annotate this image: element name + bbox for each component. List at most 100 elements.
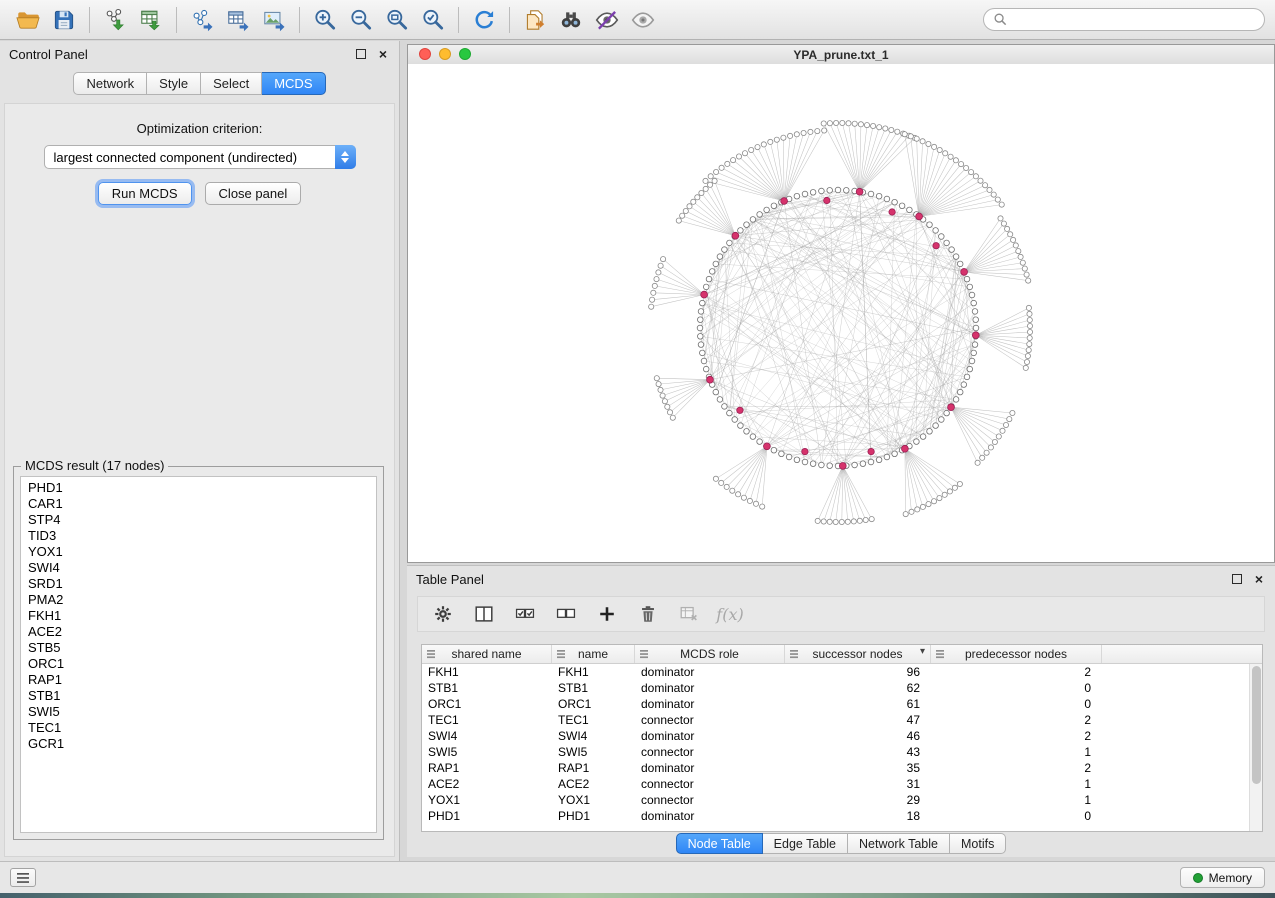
column-header-shared-name[interactable]: shared name — [422, 645, 552, 663]
toolbar-button-import-network[interactable] — [97, 4, 133, 36]
table-toolbar-button-column-settings[interactable] — [430, 601, 456, 627]
search-icon — [993, 12, 1008, 27]
desktop-background-strip — [0, 893, 1275, 898]
table-row[interactable]: ORC1ORC1dominator610 — [422, 696, 1262, 712]
scrollbar-thumb[interactable] — [1252, 666, 1261, 784]
table-row[interactable]: TEC1TEC1connector472 — [422, 712, 1262, 728]
close-window-button[interactable] — [419, 48, 431, 60]
network-window-titlebar[interactable]: YPA_prune.txt_1 — [408, 45, 1274, 65]
table-scrollbar[interactable] — [1249, 664, 1262, 831]
table-toolbar-button-column-layout[interactable] — [471, 601, 497, 627]
table-toolbar-button-select-all-rows[interactable] — [512, 601, 538, 627]
search-box[interactable] — [983, 8, 1265, 31]
tab-select[interactable]: Select — [201, 72, 262, 95]
mcds-result-list[interactable]: PHD1CAR1STP4TID3YOX1SWI4SRD1PMA2FKH1ACE2… — [20, 476, 377, 833]
tab-motifs[interactable]: Motifs — [950, 833, 1006, 854]
mcds-result-item[interactable]: SRD1 — [21, 576, 376, 592]
toolbar-button-export-network[interactable] — [184, 4, 220, 36]
tab-style[interactable]: Style — [147, 72, 201, 95]
cell-successor-nodes: 43 — [785, 745, 931, 759]
network-canvas[interactable] — [408, 64, 1274, 562]
column-menu-icon — [789, 649, 799, 659]
deselect-all-rows-icon — [555, 603, 577, 625]
minimize-window-button[interactable] — [439, 48, 451, 60]
toolbar-button-zoom-out[interactable] — [343, 4, 379, 36]
cell-predecessor-nodes: 0 — [931, 809, 1102, 823]
column-header-name[interactable]: name — [552, 645, 635, 663]
select-stepper-icon — [335, 145, 356, 169]
search-input[interactable] — [1013, 12, 1255, 28]
toolbar-button-import-table[interactable] — [133, 4, 169, 36]
tab-mcds[interactable]: MCDS — [262, 72, 325, 95]
toolbar-button-export-image[interactable] — [256, 4, 292, 36]
toolbar-button-open-file[interactable] — [10, 4, 46, 36]
mcds-result-item[interactable]: CAR1 — [21, 496, 376, 512]
status-bar: Memory — [0, 861, 1275, 893]
mcds-result-item[interactable]: YOX1 — [21, 544, 376, 560]
float-panel-button[interactable] — [354, 47, 368, 61]
export-table-icon — [225, 7, 251, 33]
table-row[interactable]: PHD1PHD1dominator180 — [422, 808, 1262, 824]
table-row[interactable]: SWI4SWI4dominator462 — [422, 728, 1262, 744]
mcds-result-item[interactable]: PMA2 — [21, 592, 376, 608]
mcds-result-item[interactable]: STB5 — [21, 640, 376, 656]
tab-edge-table[interactable]: Edge Table — [763, 833, 848, 854]
table-toolbar-button-delete-columns[interactable] — [635, 601, 661, 627]
table-row[interactable]: YOX1YOX1connector291 — [422, 792, 1262, 808]
cell-predecessor-nodes: 2 — [931, 761, 1102, 775]
mcds-result-item[interactable]: TEC1 — [21, 720, 376, 736]
table-row[interactable]: FKH1FKH1dominator962 — [422, 664, 1262, 680]
toolbar-button-zoom-in[interactable] — [307, 4, 343, 36]
mcds-result-item[interactable]: PHD1 — [21, 480, 376, 496]
close-mcds-panel-button[interactable]: Close panel — [205, 182, 302, 205]
table-toolbar-button-add-column[interactable] — [594, 601, 620, 627]
memory-button-label: Memory — [1209, 871, 1252, 885]
table-toolbar-button-clear-table[interactable] — [676, 601, 702, 627]
toolbar-button-show-hide-graphics[interactable] — [625, 4, 661, 36]
mcds-result-item[interactable]: TID3 — [21, 528, 376, 544]
mcds-result-item[interactable]: STP4 — [21, 512, 376, 528]
table-toolbar-button-deselect-all-rows[interactable] — [553, 601, 579, 627]
mcds-result-item[interactable]: ORC1 — [21, 656, 376, 672]
mcds-result-item[interactable]: ACE2 — [21, 624, 376, 640]
table-panel-title: Table Panel — [416, 572, 484, 587]
show-panels-list-button[interactable] — [10, 868, 36, 887]
cell-name: RAP1 — [552, 761, 635, 775]
mcds-result-item[interactable]: STB1 — [21, 688, 376, 704]
tab-node-table[interactable]: Node Table — [676, 833, 763, 854]
mcds-result-item[interactable]: SWI5 — [21, 704, 376, 720]
tab-network[interactable]: Network — [73, 72, 147, 95]
close-table-panel-icon[interactable]: × — [1252, 572, 1266, 586]
toolbar-button-zoom-selected[interactable] — [415, 4, 451, 36]
column-header-successor-nodes[interactable]: successor nodes▾ — [785, 645, 931, 663]
network-window-title: YPA_prune.txt_1 — [793, 48, 888, 62]
table-row[interactable]: ACE2ACE2connector311 — [422, 776, 1262, 792]
import-table-icon — [138, 7, 164, 33]
table-toolbar-button-function-builder[interactable]: f(x) — [717, 601, 743, 627]
toolbar-button-clone-network[interactable] — [517, 4, 553, 36]
column-header-mcds-role[interactable]: MCDS role — [635, 645, 785, 663]
table-row[interactable]: SWI5SWI5connector431 — [422, 744, 1262, 760]
mcds-result-item[interactable]: GCR1 — [21, 736, 376, 752]
toolbar-button-save[interactable] — [46, 4, 82, 36]
float-table-panel-button[interactable] — [1230, 572, 1244, 586]
tab-network-table[interactable]: Network Table — [848, 833, 950, 854]
toolbar-button-export-table[interactable] — [220, 4, 256, 36]
close-panel-icon[interactable]: × — [376, 47, 390, 61]
memory-button[interactable]: Memory — [1180, 867, 1265, 888]
toolbar-button-zoom-fit[interactable] — [379, 4, 415, 36]
zoom-window-button[interactable] — [459, 48, 471, 60]
run-mcds-button[interactable]: Run MCDS — [98, 182, 192, 205]
table-row[interactable]: STB1STB1dominator620 — [422, 680, 1262, 696]
toolbar-button-refresh[interactable] — [466, 4, 502, 36]
column-header-predecessor-nodes[interactable]: predecessor nodes — [931, 645, 1102, 663]
toolbar-button-toggle-graphics-details[interactable] — [589, 4, 625, 36]
table-body: FKH1FKH1dominator962STB1STB1dominator620… — [422, 664, 1262, 824]
mcds-result-item[interactable]: RAP1 — [21, 672, 376, 688]
mcds-result-item[interactable]: SWI4 — [21, 560, 376, 576]
table-row[interactable]: RAP1RAP1dominator352 — [422, 760, 1262, 776]
toolbar-separator — [176, 7, 177, 33]
mcds-result-item[interactable]: FKH1 — [21, 608, 376, 624]
criterion-select[interactable]: largest connected component (undirected) — [44, 145, 356, 169]
toolbar-button-search-objects[interactable] — [553, 4, 589, 36]
